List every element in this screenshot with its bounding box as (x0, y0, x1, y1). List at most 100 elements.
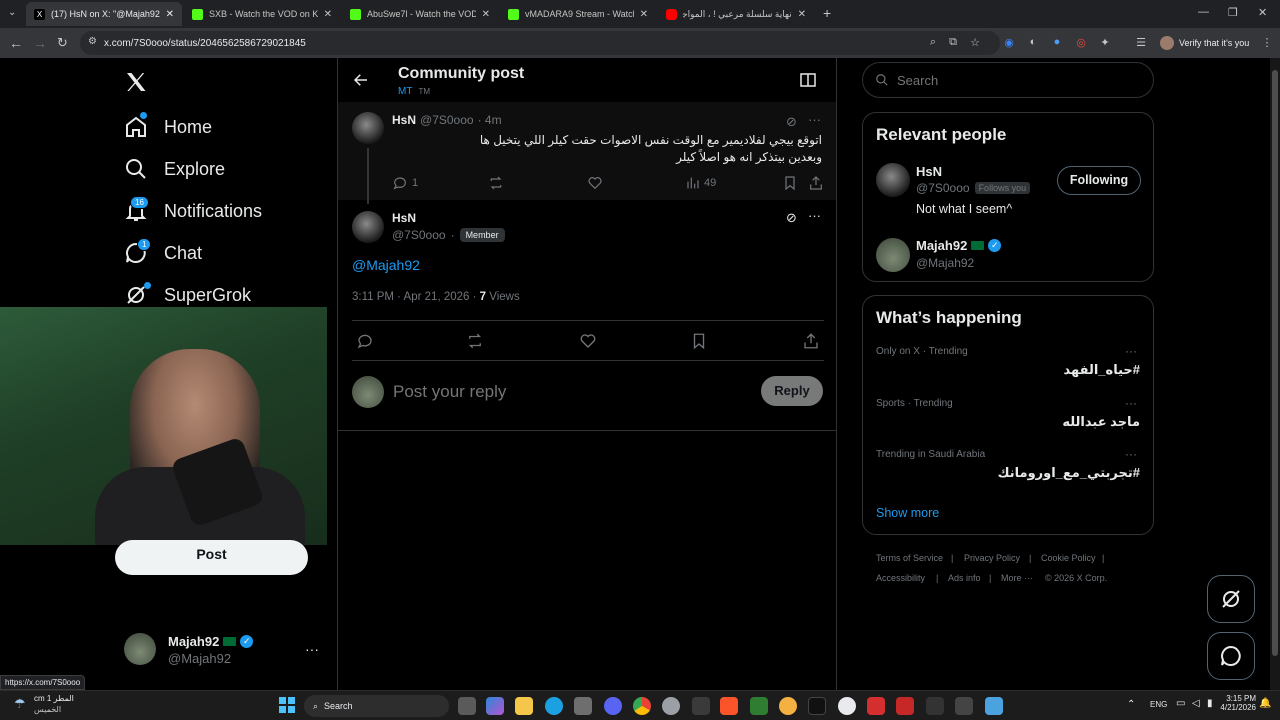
tiktok-icon[interactable] (808, 697, 826, 715)
share-button[interactable] (808, 175, 824, 191)
grok-icon[interactable]: ⊘ (786, 114, 797, 130)
person-handle[interactable]: @Majah92 (916, 256, 974, 270)
site-info-icon[interactable]: ⚙ (88, 36, 97, 47)
footer-link[interactable]: Accessibility (876, 573, 925, 583)
close-icon[interactable]: ✕ (640, 9, 648, 20)
zoom-icon[interactable]: ⌕ (926, 36, 940, 50)
bookmark-icon[interactable] (690, 332, 708, 350)
store-icon[interactable] (574, 697, 592, 715)
capcut-icon[interactable] (926, 697, 944, 715)
more-icon[interactable]: ··· (808, 208, 821, 223)
reader-mode-icon[interactable] (800, 73, 816, 87)
author-name[interactable]: HsN (392, 113, 416, 127)
extension-icon[interactable]: ◎ (1074, 36, 1088, 50)
scrollbar[interactable] (1270, 58, 1280, 690)
person-name[interactable]: Majah92 (916, 238, 967, 253)
app-icon[interactable] (955, 697, 973, 715)
post-button[interactable]: Post (115, 540, 308, 575)
notification-bell-icon[interactable]: 🔔 (1259, 698, 1271, 709)
windows-start-icon[interactable] (279, 697, 295, 713)
back-icon[interactable]: ← (9, 35, 23, 51)
author-handle[interactable]: @7S0ooo (420, 113, 474, 127)
nav-explore[interactable]: Explore (124, 157, 225, 181)
person-handle[interactable]: @7S0ooo (916, 181, 970, 195)
install-icon[interactable]: ⧉ (946, 36, 960, 50)
like-button[interactable] (587, 175, 603, 191)
account-avatar[interactable] (124, 633, 156, 665)
extension-icon[interactable]: ● (1050, 36, 1064, 50)
footer-link[interactable]: More ··· (1001, 573, 1033, 583)
footer-link[interactable]: Privacy Policy (964, 553, 1020, 563)
file-explorer-icon[interactable] (515, 697, 533, 715)
task-view-icon[interactable] (458, 697, 476, 715)
nav-chat[interactable]: Chat (124, 241, 202, 265)
views-button[interactable]: 49 (684, 175, 716, 191)
window-close-icon[interactable]: ✕ (1258, 6, 1267, 19)
tray-chevron-icon[interactable]: ⌃ (1127, 699, 1135, 710)
nav-home[interactable]: Home (124, 115, 212, 139)
account-switcher[interactable]: Majah92 ✓ @Majah92 (168, 634, 254, 666)
chat-fab[interactable] (1207, 632, 1255, 680)
app-icon[interactable] (692, 697, 710, 715)
search-box[interactable] (862, 62, 1154, 98)
trend-item[interactable]: Trending in Saudi Arabia ··· #تجربتي_مع_… (863, 443, 1153, 493)
trend-item[interactable]: Sports · Trending ··· ماجد عبدالله (863, 392, 1153, 442)
battery-icon[interactable]: ▮ (1207, 698, 1213, 709)
tab-kick-abuswe7l[interactable]: AbuSwe7l - Watch the VOD on ✕ (342, 2, 498, 26)
extension-icon[interactable]: ◉ (1002, 36, 1016, 50)
more-icon[interactable]: ··· (1125, 344, 1137, 358)
community-link[interactable]: MT TM (398, 86, 430, 97)
close-icon[interactable]: ✕ (166, 9, 174, 20)
reply-button[interactable]: 1 (392, 175, 418, 191)
footer-link[interactable]: Ads info (948, 573, 981, 583)
author-name[interactable]: HsN (392, 211, 416, 225)
reload-icon[interactable]: ↻ (57, 35, 68, 51)
minimize-icon[interactable]: — (1198, 6, 1209, 18)
mention-link[interactable]: @Majah92 (352, 257, 420, 273)
following-button[interactable]: Following (1057, 166, 1141, 195)
post-time[interactable]: · 4m (478, 113, 502, 127)
avatar[interactable] (352, 211, 384, 243)
reply-icon[interactable] (356, 332, 374, 350)
volume-icon[interactable]: ◁ (1192, 698, 1200, 709)
more-icon[interactable]: ··· (1125, 447, 1137, 461)
extensions-puzzle-icon[interactable]: ✦ (1098, 36, 1112, 50)
post-timestamp[interactable]: 3:11 PM · Apr 21, 2026 · 7 Views (352, 291, 520, 303)
footer-link[interactable]: Terms of Service (876, 553, 943, 563)
excel-icon[interactable] (750, 697, 768, 715)
repost-icon[interactable] (466, 332, 484, 350)
address-bar[interactable]: ⚙ x.com/7S0ooo/status/204656258672902184… (80, 31, 1000, 55)
weather-widget[interactable]: المطر 1 cm (34, 694, 74, 703)
scrollbar-thumb[interactable] (1272, 70, 1278, 656)
heart-icon[interactable] (579, 332, 597, 350)
brave-icon[interactable] (720, 697, 738, 715)
edge-icon[interactable] (545, 697, 563, 715)
tab-kick-vmadara9[interactable]: vMADARA9 Stream - Watch Liv ✕ (500, 2, 656, 26)
grok-fab[interactable] (1207, 575, 1255, 623)
avatar[interactable] (352, 112, 384, 144)
tab-x-post[interactable]: X (17) HsN on X: "@Majah92" / X ✕ (26, 2, 182, 26)
repost-button[interactable] (488, 175, 504, 191)
copilot-icon[interactable] (486, 697, 504, 715)
more-icon[interactable]: ··· (1125, 396, 1137, 410)
share-icon[interactable] (802, 332, 820, 350)
author-handle[interactable]: @7S0ooo (392, 228, 446, 242)
chrome-icon[interactable] (633, 697, 651, 715)
app-icon[interactable] (867, 697, 885, 715)
reply-button[interactable]: Reply (761, 376, 823, 406)
discord-icon[interactable] (604, 697, 622, 715)
x-logo[interactable] (124, 70, 148, 94)
reply-input[interactable] (393, 380, 693, 404)
app-icon[interactable] (896, 697, 914, 715)
restore-icon[interactable]: ❐ (1228, 6, 1238, 19)
network-icon[interactable]: ▭ (1176, 698, 1185, 709)
app-icon[interactable] (985, 697, 1003, 715)
new-tab-icon[interactable]: + (823, 5, 831, 21)
forward-icon[interactable]: → (33, 35, 47, 51)
grok-icon[interactable]: ⊘ (786, 210, 797, 226)
more-icon[interactable]: ··· (305, 641, 319, 657)
close-icon[interactable]: ✕ (482, 9, 490, 20)
app-icon[interactable] (662, 697, 680, 715)
person-name[interactable]: HsN (916, 164, 942, 179)
close-icon[interactable]: ✕ (324, 9, 332, 20)
